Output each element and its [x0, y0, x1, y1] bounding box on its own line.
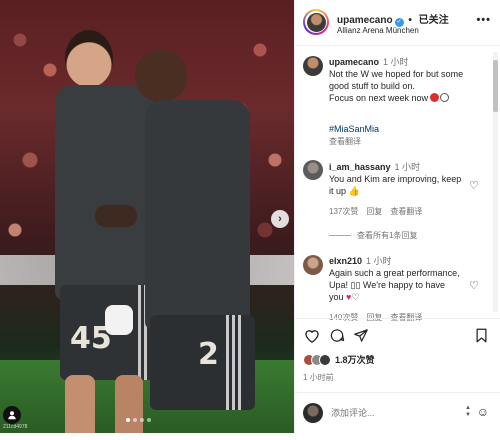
header-user-row: upamecano ✓ • 已关注	[337, 11, 449, 27]
comment-line-2: it up	[329, 186, 347, 196]
comment-line-1: Again such a great performance,	[329, 268, 460, 278]
comment-icon[interactable]	[329, 328, 345, 347]
player-right-shorts: 2	[150, 315, 255, 410]
comment-line-3: you	[329, 292, 344, 302]
current-user-avatar	[303, 403, 323, 423]
comment-text: i_am_hassany 1 小时 You and Kim are improvi…	[329, 161, 469, 197]
likes-count[interactable]: 1.8万次赞	[335, 353, 375, 366]
caption-line-1: Not the W we hoped for but some	[329, 69, 464, 79]
emoji-icon[interactable]: ☺	[477, 405, 489, 419]
caption-line-2: good stuff to build on.	[329, 81, 415, 91]
caption-line-3: Focus on next week now	[329, 93, 429, 103]
caption-avatar[interactable]	[303, 56, 323, 76]
next-photo-button[interactable]: ›	[271, 210, 289, 228]
author-username[interactable]: upamecano	[337, 15, 393, 26]
player-left-head	[65, 30, 113, 88]
add-comment-bar: ▲▼ ☺	[295, 392, 500, 433]
heart-icon[interactable]	[304, 328, 320, 347]
carousel-dots	[126, 418, 151, 422]
player-right: 2	[95, 45, 260, 433]
comment-meta: 137次赞 回复 查看翻译	[329, 206, 430, 217]
scrollbar-thumb[interactable]	[493, 60, 498, 112]
comment-like-heart-icon[interactable]: ♡	[469, 179, 479, 192]
send-icon[interactable]	[353, 328, 369, 347]
comment-text: elxn210 1 小时 Again such a great performan…	[329, 255, 469, 303]
player-right-jersey	[145, 100, 250, 330]
photo-credit: 211cd4978	[3, 424, 28, 430]
wrist-tape	[105, 305, 133, 335]
likes-row[interactable]: 1.8万次赞	[303, 353, 375, 366]
view-replies-button[interactable]: 查看所有1条回复	[329, 230, 417, 241]
white-heart-emoji: ♡	[351, 292, 360, 302]
comment-time: 1 小时	[366, 256, 392, 266]
comment-line-2: Upa! ▯▯ We're happy to have	[329, 280, 446, 290]
hashtag-link[interactable]: #MiaSanMia	[329, 124, 379, 134]
comment-time: 1 小时	[394, 162, 421, 172]
player-left-leg	[65, 375, 95, 433]
liker-avatar	[319, 353, 331, 366]
comment-username[interactable]: elxn210	[329, 256, 362, 266]
caption-text: upamecano 1 小时 Not the W we hoped for but…	[329, 56, 487, 104]
post-header: upamecano ✓ • 已关注 Allianz Arena München •…	[295, 0, 500, 46]
following-button[interactable]: 已关注	[419, 15, 449, 26]
caption-time: 1 小时	[383, 57, 409, 67]
thumbs-up-emoji: 👍	[348, 186, 360, 196]
view-replies-label: 查看所有1条回复	[357, 231, 418, 240]
location-link[interactable]: Allianz Arena München	[337, 26, 419, 35]
post-timestamp: 1 小时前	[303, 373, 334, 382]
comment-avatar[interactable]	[303, 160, 323, 180]
red-circle-emoji	[430, 93, 440, 102]
comment-translate-link[interactable]: 查看翻译	[390, 207, 422, 216]
caption-username[interactable]: upamecano	[329, 57, 379, 67]
chevron-right-icon: ›	[278, 213, 282, 225]
comment-username[interactable]: i_am_hassany	[329, 162, 391, 172]
bookmark-icon[interactable]	[475, 328, 488, 347]
comment-like-heart-icon[interactable]: ♡	[469, 279, 479, 292]
comment-avatar[interactable]	[303, 255, 323, 275]
spin-arrows-icon[interactable]: ▲ ▼	[465, 405, 471, 419]
comment-likes[interactable]: 137次赞	[329, 207, 358, 216]
comment-line-1: You and Kim are improving, keep	[329, 174, 462, 184]
author-avatar[interactable]	[303, 9, 329, 35]
person-icon	[8, 411, 16, 420]
more-horizontal-icon[interactable]: •••	[476, 14, 491, 26]
post-photo[interactable]: 45 2 › 211cd4978	[0, 0, 294, 433]
jersey-number-right: 2	[198, 337, 219, 372]
instagram-post-modal: 45 2 › 211cd4978 upamecano ✓ • 已关注 Allia…	[0, 0, 500, 440]
post-side-panel: upamecano ✓ • 已关注 Allianz Arena München •…	[294, 0, 500, 433]
reply-button[interactable]: 回复	[366, 207, 382, 216]
player-right-head	[135, 45, 187, 107]
header-separator: •	[408, 15, 412, 26]
player-right-arm	[95, 205, 137, 227]
tagged-users-button[interactable]	[3, 406, 21, 424]
white-circle-emoji	[440, 93, 450, 102]
comment-input[interactable]	[331, 405, 451, 421]
caption-translate-link[interactable]: 查看翻译	[329, 136, 361, 147]
